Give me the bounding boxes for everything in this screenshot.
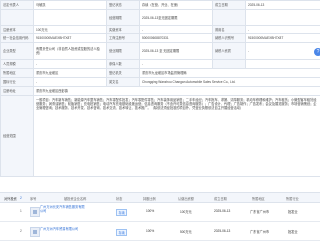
paid-capital-value: -: [140, 26, 213, 34]
investment-title: 对外投资: [4, 196, 17, 201]
col-name: 被投资企业名称: [64, 196, 86, 201]
label-business-term: 营业期限: [107, 43, 140, 60]
business-term-value: 2025-06-13 至 无固定期限: [140, 43, 213, 60]
info-row: 企业类型 有限责任公司（非自然人投资或控股的法人独资） 营业期限 2025-06…: [1, 43, 320, 60]
col-region: 所属地区: [252, 196, 265, 201]
label-term: 经营期限: [107, 10, 140, 26]
table-row[interactable]: 2 广州万洲汽车贸易有限公司 存续 100% 500万元 2025-06-13 …: [0, 222, 320, 241]
info-row: 法定代表人 马毓凯 登记状态 存续（在营、开业、在册） 成立日期 2025-06…: [1, 1, 320, 10]
col-date: 成立日期: [214, 196, 227, 201]
reg-no-value: 500000608870331: [140, 34, 213, 43]
status-badge: 存续: [116, 229, 127, 236]
scope-text: 一般项目：汽车新车销售；新能源汽车整车销售；汽车零配件批发；汽车零配件零售；汽车…: [34, 96, 320, 177]
float-help-icon[interactable]: ?: [314, 48, 320, 56]
label-industry: 国标行业: [1, 78, 34, 87]
region-value: 重庆市九龙坡区: [34, 69, 107, 78]
row-ratio: 100%: [146, 229, 154, 233]
table-row[interactable]: 1 广州万洲长安汽车销售服务有限公司 存续 100% 100万元 2025-06…: [0, 202, 320, 222]
info-row: 所属地区 重庆市九龙坡区 登记机关 重庆市九龙坡区市场监督管理局: [1, 69, 320, 78]
info-row: 人员规模 - 参保人数 -: [1, 60, 320, 69]
label-reg-no: 工商注册号: [107, 34, 140, 43]
label-english-name: 英文名: [107, 78, 140, 87]
value-empty: [246, 60, 320, 69]
value-empty: [246, 10, 320, 26]
address-value: 重庆市九龙坡区西彭镇: [34, 87, 320, 96]
authority-value: 重庆市九龙坡区市场监督管理局: [140, 69, 320, 78]
investment-count: 2: [20, 196, 22, 200]
col-ratio: 持股比例: [143, 196, 156, 201]
row-industry: 批发业: [288, 209, 298, 214]
label-empty: [1, 10, 34, 26]
company-name-link[interactable]: 广州万洲长安汽车销售服务有限公司: [40, 205, 86, 213]
company-name-link[interactable]: 广州万洲汽车贸易有限公司: [40, 227, 86, 231]
taxpayer-qual-value: -: [246, 43, 320, 60]
former-name-value: -: [246, 26, 320, 34]
label-est-date: 成立日期: [213, 1, 246, 10]
staff-size-value: -: [34, 60, 107, 69]
row-region: 广东省广州市: [250, 229, 269, 234]
label-former-name: 曾用名: [213, 26, 246, 34]
info-row: 统一社会信用代码 91500000MAEXBH7X8T 工商注册号 500000…: [1, 34, 320, 43]
label-authority: 登记机关: [107, 69, 140, 78]
row-ratio: 100%: [146, 209, 154, 213]
term-value: 2025-06-13至无固定期限: [140, 10, 213, 26]
taxpayer-id-value: 91500000MAEXBH7X8T: [246, 34, 320, 43]
label-status: 登记状态: [107, 1, 140, 10]
label-empty: [213, 60, 246, 69]
info-row: 注册地址 重庆市九龙坡区西彭镇: [1, 87, 320, 96]
info-row: 经营期限 2025-06-13至无固定期限: [1, 10, 320, 26]
row-date: 2025-06-13: [214, 229, 230, 233]
label-scope: 经营范围: [1, 96, 34, 177]
industry-value: -: [34, 78, 107, 87]
company-logo-icon: [30, 207, 40, 217]
col-status: 状态: [116, 196, 122, 201]
status-badge: 存续: [116, 209, 127, 216]
label-address: 注册地址: [1, 87, 34, 96]
reg-capital-value: 100万元: [34, 26, 107, 34]
credit-code-value: 91500000MAEXBH7X8T: [34, 34, 107, 43]
label-insured: 参保人数: [107, 60, 140, 69]
info-table: 法定代表人 马毓凯 登记状态 存续（在营、开业、在册） 成立日期 2025-06…: [0, 0, 320, 177]
english-name-value: Chongqing Wanzhou Changan Automobile Sal…: [140, 78, 320, 87]
row-industry: 批发业: [288, 229, 298, 234]
label-taxpayer-id: 纳税人识别号: [213, 34, 246, 43]
col-industry: 所属行业: [286, 196, 299, 201]
row-amount: 100万元: [180, 209, 192, 214]
label-legal-rep: 法定代表人: [1, 1, 34, 10]
label-company-type: 企业类型: [1, 43, 34, 60]
row-date: 2025-06-13: [214, 209, 230, 213]
label-reg-capital: 注册资本: [1, 26, 34, 34]
label-paid-capital: 实缴资本: [107, 26, 140, 34]
info-row: 国标行业 - 英文名 Chongqing Wanzhou Changan Aut…: [1, 78, 320, 87]
company-profile: 法定代表人 马毓凯 登记状态 存续（在营、开业、在册） 成立日期 2025-06…: [0, 0, 320, 240]
legal-rep-link[interactable]: 马毓凯: [34, 1, 107, 10]
value-empty: [34, 10, 107, 26]
status-value: 存续（在营、开业、在册）: [140, 1, 213, 10]
company-type-value: 有限责任公司（非自然人投资或控股的法人独资）: [34, 43, 107, 60]
row-amount: 500万元: [180, 229, 192, 234]
row-region: 广东省广州市: [250, 209, 269, 214]
info-row: 注册资本 100万元 实缴资本 - 曾用名 -: [1, 26, 320, 34]
col-no: 序号: [30, 196, 36, 201]
company-logo-icon: [30, 227, 40, 237]
label-region: 所属地区: [1, 69, 34, 78]
row-no: 1: [20, 209, 22, 213]
label-staff-size: 人员规模: [1, 60, 34, 69]
col-amount: 认缴出资额: [178, 196, 194, 201]
insured-value: -: [140, 60, 213, 69]
label-empty: [213, 10, 246, 26]
row-no: 2: [20, 229, 22, 233]
label-credit-code: 统一社会信用代码: [1, 34, 34, 43]
label-taxpayer-qual: 纳税人资质: [213, 43, 246, 60]
est-date-value: 2025-06-13: [246, 1, 320, 10]
scope-row: 经营范围 一般项目：汽车新车销售；新能源汽车整车销售；汽车零配件批发；汽车零配件…: [1, 96, 320, 177]
